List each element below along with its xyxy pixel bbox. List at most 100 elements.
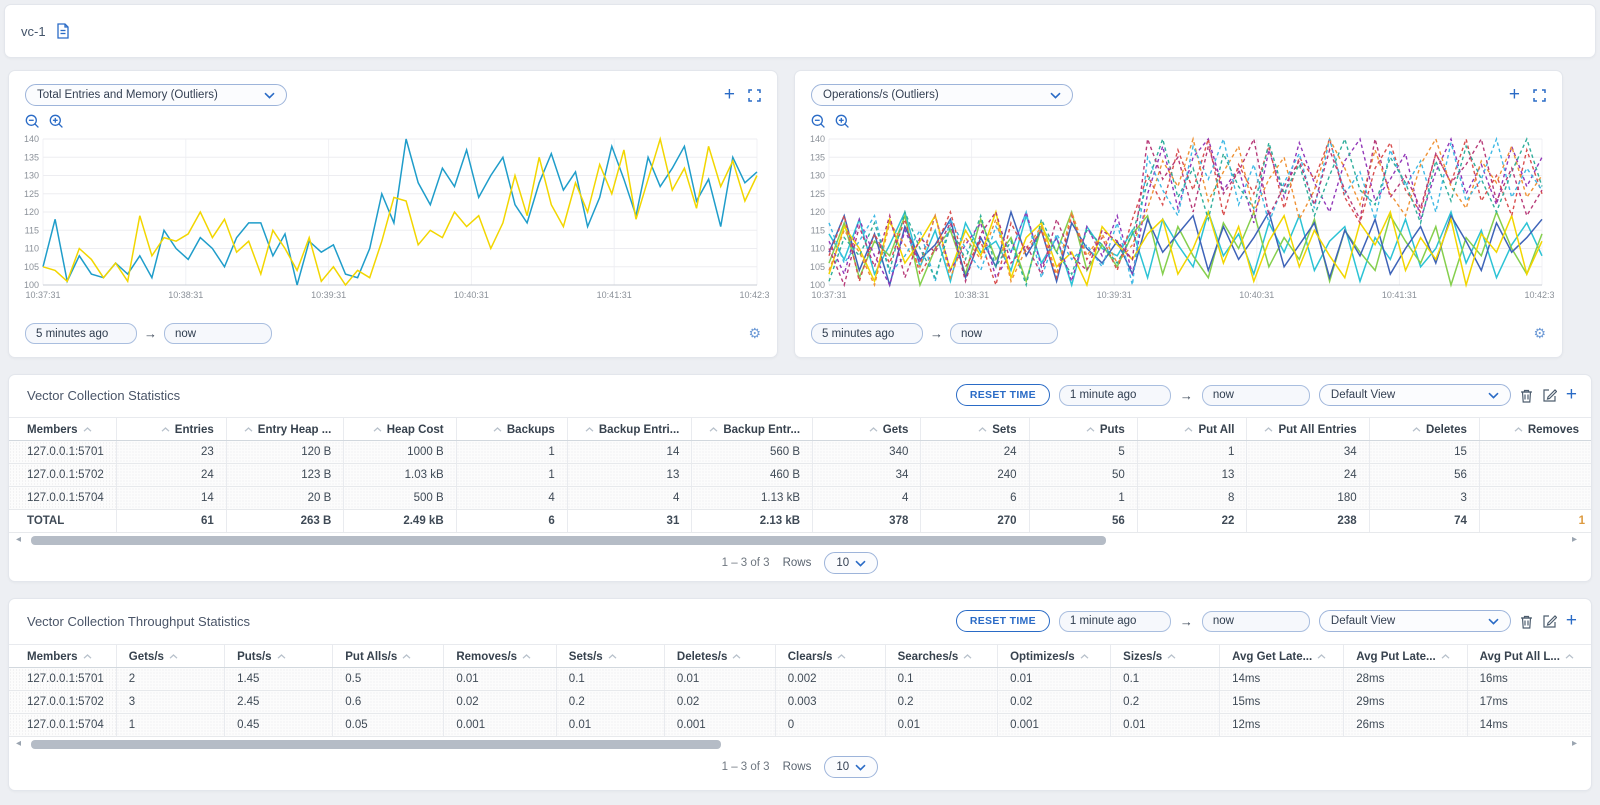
column-header[interactable]: Members bbox=[9, 645, 116, 668]
table-cell: 2 bbox=[116, 668, 224, 691]
column-header[interactable]: Sets/s bbox=[556, 645, 664, 668]
column-header[interactable]: Puts bbox=[1029, 418, 1137, 441]
time-from-input[interactable]: 1 minute ago bbox=[1059, 611, 1171, 632]
column-header[interactable]: Deletes/s bbox=[664, 645, 775, 668]
column-header[interactable]: Removes bbox=[1479, 418, 1591, 441]
edit-view-icon[interactable] bbox=[1542, 614, 1557, 629]
column-header[interactable]: Gets bbox=[813, 418, 921, 441]
column-header[interactable]: Put All bbox=[1137, 418, 1247, 441]
page-size-select[interactable]: 10 bbox=[824, 552, 878, 574]
table-cell: 6 bbox=[921, 487, 1029, 510]
chevron-down-icon bbox=[1488, 618, 1499, 625]
delete-view-icon[interactable] bbox=[1520, 388, 1533, 403]
column-header[interactable]: Deletes bbox=[1369, 418, 1479, 441]
scroll-left-icon[interactable]: ◂ bbox=[16, 534, 21, 545]
column-header-label: Searches/s bbox=[898, 651, 959, 663]
column-header[interactable]: Put All Entries bbox=[1247, 418, 1369, 441]
expand-icon[interactable] bbox=[748, 89, 761, 102]
table-cell: 0.003 bbox=[775, 691, 885, 714]
column-header[interactable]: Clears/s bbox=[775, 645, 885, 668]
column-header[interactable]: Backups bbox=[456, 418, 567, 441]
table-cell: 24 bbox=[116, 464, 226, 487]
gear-icon[interactable]: ⚙ bbox=[748, 325, 761, 342]
reset-time-button[interactable]: RESET TIME bbox=[956, 610, 1050, 632]
column-header[interactable]: Entry Heap ... bbox=[226, 418, 344, 441]
table-panel-statistics: Vector Collection Statistics RESET TIME … bbox=[8, 374, 1592, 582]
time-to-input[interactable]: now bbox=[950, 323, 1058, 344]
document-icon[interactable] bbox=[56, 23, 70, 39]
add-table-button[interactable]: + bbox=[1566, 614, 1577, 628]
scroll-right-icon[interactable]: ▸ bbox=[1572, 738, 1577, 749]
column-header[interactable]: Avg Get Late... bbox=[1220, 645, 1344, 668]
column-header[interactable]: Heap Cost bbox=[344, 418, 456, 441]
chart-canvas-operations[interactable]: 10:37:3110:38:3110:39:3110:40:3110:41:31… bbox=[801, 133, 1552, 308]
zoom-in-icon[interactable] bbox=[835, 114, 850, 129]
expand-icon[interactable] bbox=[1533, 89, 1546, 102]
page-size-select[interactable]: 10 bbox=[824, 756, 878, 778]
column-header[interactable]: Members bbox=[9, 418, 116, 441]
scrollbar-thumb[interactable] bbox=[31, 536, 1106, 545]
view-select[interactable]: Default View bbox=[1319, 384, 1511, 406]
table-cell: 22 bbox=[1137, 510, 1247, 533]
time-from-input[interactable]: 5 minutes ago bbox=[811, 323, 923, 344]
horizontal-scrollbar: ◂ ▸ bbox=[9, 534, 1591, 547]
add-table-button[interactable]: + bbox=[1566, 388, 1577, 402]
sort-caret-icon bbox=[1264, 423, 1273, 435]
time-from-input[interactable]: 1 minute ago bbox=[1059, 385, 1171, 406]
column-header[interactable]: Put Alls/s bbox=[333, 645, 444, 668]
time-to-input[interactable]: now bbox=[164, 323, 272, 344]
reset-time-button[interactable]: RESET TIME bbox=[956, 384, 1050, 406]
column-header[interactable]: Sets bbox=[921, 418, 1029, 441]
gear-icon[interactable]: ⚙ bbox=[1533, 325, 1546, 342]
time-from-input[interactable]: 5 minutes ago bbox=[25, 323, 137, 344]
table-cell: 0.02 bbox=[444, 691, 556, 714]
zoom-out-icon[interactable] bbox=[25, 114, 40, 129]
view-select[interactable]: Default View bbox=[1319, 610, 1511, 632]
sort-caret-icon bbox=[1080, 650, 1089, 662]
scroll-left-icon[interactable]: ◂ bbox=[16, 738, 21, 749]
zoom-in-icon[interactable] bbox=[49, 114, 64, 129]
column-header[interactable]: Puts/s bbox=[225, 645, 333, 668]
column-header-label: Sets/s bbox=[569, 651, 603, 663]
zoom-out-icon[interactable] bbox=[811, 114, 826, 129]
sort-caret-icon bbox=[1441, 650, 1450, 662]
column-header[interactable]: Searches/s bbox=[885, 645, 997, 668]
column-header-label: Members bbox=[27, 424, 78, 436]
chevron-down-icon bbox=[264, 92, 275, 99]
svg-text:10:40:31: 10:40:31 bbox=[454, 290, 489, 300]
table-cell: 6 bbox=[456, 510, 567, 533]
column-header[interactable]: Backup Entr... bbox=[692, 418, 813, 441]
metric-select[interactable]: Total Entries and Memory (Outliers) bbox=[25, 84, 287, 106]
add-chart-button[interactable]: + bbox=[1509, 88, 1520, 102]
metric-select[interactable]: Operations/s (Outliers) bbox=[811, 84, 1073, 106]
table-panel-throughput: Vector Collection Throughput Statistics … bbox=[8, 598, 1592, 791]
table-cell: 1 bbox=[456, 441, 567, 464]
scroll-right-icon[interactable]: ▸ bbox=[1572, 534, 1577, 545]
column-header[interactable]: Optimizes/s bbox=[998, 645, 1111, 668]
delete-view-icon[interactable] bbox=[1520, 614, 1533, 629]
column-header-label: Put All Entries bbox=[1278, 424, 1356, 436]
table-cell: 1 bbox=[1479, 510, 1591, 533]
column-header[interactable]: Backup Entri... bbox=[567, 418, 692, 441]
table-cell: 12ms bbox=[1220, 714, 1344, 737]
table-row: 127.0.0.1:570232.450.60.020.20.020.0030.… bbox=[9, 691, 1591, 714]
column-header[interactable]: Avg Put Late... bbox=[1344, 645, 1467, 668]
pagination-range: 1 – 3 of 3 bbox=[722, 761, 770, 773]
svg-text:135: 135 bbox=[24, 152, 39, 162]
time-to-input[interactable]: now bbox=[1202, 611, 1310, 632]
sort-caret-icon bbox=[585, 423, 594, 435]
add-chart-button[interactable]: + bbox=[724, 88, 735, 102]
column-header[interactable]: Avg Put All L... bbox=[1467, 645, 1591, 668]
time-to-input[interactable]: now bbox=[1202, 385, 1310, 406]
column-header[interactable]: Removes/s bbox=[444, 645, 556, 668]
table-cell: 4 bbox=[567, 487, 692, 510]
table-cell: 13 bbox=[1137, 464, 1247, 487]
table-row: 127.0.0.1:570123120 B1000 B114560 B34024… bbox=[9, 441, 1591, 464]
chart-canvas-entries-memory[interactable]: 10:37:3110:38:3110:39:3110:40:3110:41:31… bbox=[15, 133, 767, 308]
table-cell: 0.1 bbox=[1111, 668, 1220, 691]
scrollbar-thumb[interactable] bbox=[31, 740, 721, 749]
column-header[interactable]: Entries bbox=[116, 418, 226, 441]
column-header[interactable]: Gets/s bbox=[116, 645, 224, 668]
column-header[interactable]: Sizes/s bbox=[1111, 645, 1220, 668]
edit-view-icon[interactable] bbox=[1542, 388, 1557, 403]
